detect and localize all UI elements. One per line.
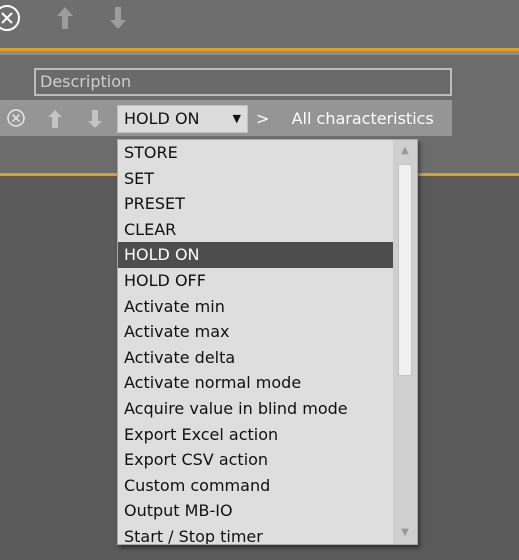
arrow-up-icon[interactable] (54, 5, 76, 31)
scroll-down-icon[interactable]: ▼ (393, 522, 417, 544)
dropdown-item[interactable]: Start / Stop timer (118, 524, 395, 544)
breadcrumb-separator: > (256, 109, 270, 128)
dropdown-item[interactable]: Activate delta (118, 345, 395, 371)
close-circle-icon[interactable] (0, 3, 22, 33)
scrollbar[interactable]: ▲ ▼ (393, 140, 417, 544)
scrollbar-thumb[interactable] (398, 164, 412, 376)
dropdown-list: STORE SET PRESET CLEAR HOLD ON HOLD OFF Activa… (118, 140, 395, 544)
breadcrumb: > All characteristics (256, 105, 434, 133)
arrow-down-icon[interactable] (86, 108, 104, 130)
dropdown-item[interactable]: STORE (118, 140, 395, 166)
dropdown-item[interactable]: HOLD OFF (118, 268, 395, 294)
dropdown-item[interactable]: Activate max (118, 319, 395, 345)
close-circle-icon[interactable] (6, 108, 26, 128)
arrow-up-icon[interactable] (46, 108, 64, 130)
dropdown-item[interactable]: SET (118, 166, 395, 192)
dropdown-item[interactable]: Output MB-IO (118, 498, 395, 524)
top-toolbar (0, 0, 519, 48)
dropdown-item[interactable]: Activate normal mode (118, 370, 395, 396)
description-field[interactable]: Description (34, 68, 452, 96)
dropdown-item[interactable]: Activate min (118, 294, 395, 320)
chevron-down-icon: ▼ (232, 112, 241, 125)
dropdown-item[interactable]: Custom command (118, 473, 395, 499)
dropdown-item[interactable]: CLEAR (118, 217, 395, 243)
breadcrumb-link[interactable]: All characteristics (292, 109, 434, 128)
dropdown-item[interactable]: HOLD ON (118, 242, 395, 268)
dropdown-item[interactable]: Export CSV action (118, 447, 395, 473)
arrow-down-icon[interactable] (107, 5, 129, 31)
app-stage: Description HOLD ON ▼ > All characterist… (0, 0, 519, 560)
action-dropdown: STORE SET PRESET CLEAR HOLD ON HOLD OFF Activa… (117, 139, 418, 545)
dropdown-item[interactable]: PRESET (118, 191, 395, 217)
dropdown-item[interactable]: Acquire value in blind mode (118, 396, 395, 422)
action-select[interactable]: HOLD ON ▼ (117, 105, 248, 133)
scroll-up-icon[interactable]: ▲ (393, 140, 417, 162)
action-select-value: HOLD ON (124, 109, 200, 128)
dropdown-item[interactable]: Export Excel action (118, 422, 395, 448)
